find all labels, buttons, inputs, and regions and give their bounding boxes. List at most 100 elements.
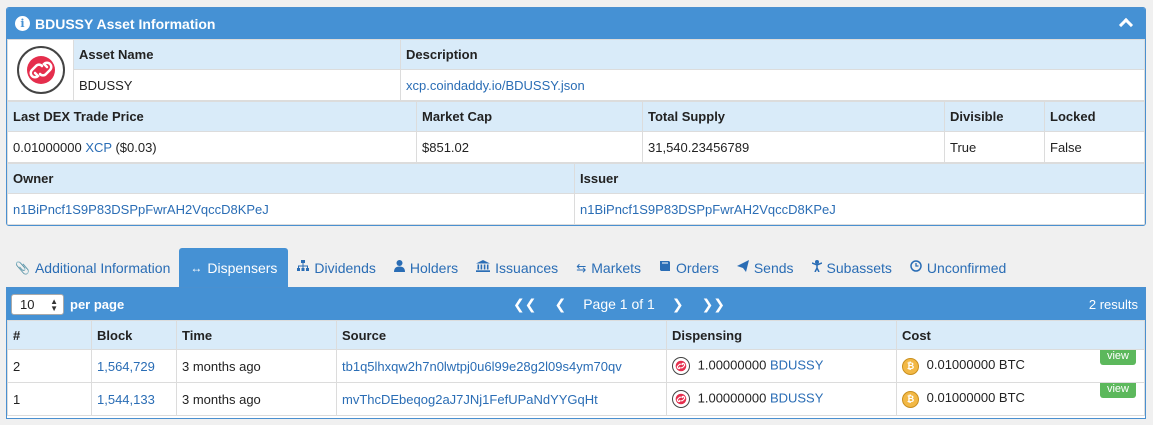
last-price-cell: 0.01000000 XCP ($0.03) bbox=[7, 131, 417, 163]
per-page-value: 10 bbox=[20, 296, 35, 312]
col-source: Source bbox=[336, 320, 667, 350]
asset-info-title: BDUSSY Asset Information bbox=[35, 15, 216, 32]
owner-link[interactable]: n1BiPncf1S9P83DSPpFwrAH2VqccD8KPeJ bbox=[13, 202, 269, 217]
prev-page-icon[interactable]: ❮ bbox=[554, 296, 566, 313]
table-row: 2 1,564,729 3 months ago tb1q5lhxqw2h7n0… bbox=[7, 349, 1145, 383]
tab-label: Dispensers bbox=[207, 259, 278, 276]
tab-issuances[interactable]: Issuances bbox=[467, 248, 567, 287]
block-link[interactable]: 1,544,133 bbox=[97, 392, 155, 407]
view-button[interactable]: view bbox=[1099, 350, 1136, 366]
block-link[interactable]: 1,564,729 bbox=[97, 359, 155, 374]
cost-cell: ₿ 0.01000000 BTC view bbox=[896, 382, 1145, 416]
exchange-icon: ⇆ bbox=[576, 260, 587, 275]
cost-cell: ₿ 0.01000000 BTC view bbox=[896, 349, 1145, 383]
bank-icon bbox=[476, 260, 491, 275]
asset-info-panel: i BDUSSY Asset Information Asset Name De… bbox=[6, 7, 1146, 226]
user-icon bbox=[393, 260, 405, 275]
description-link[interactable]: xcp.coindaddy.io/BDUSSY.json bbox=[406, 78, 585, 93]
child-icon bbox=[811, 260, 822, 275]
paper-plane-icon bbox=[736, 260, 749, 275]
col-block: Block bbox=[91, 320, 177, 350]
bitcoin-icon: ₿ bbox=[902, 390, 919, 408]
tab-label: Unconfirmed bbox=[926, 259, 1007, 276]
issuer-link[interactable]: n1BiPncf1S9P83DSPpFwrAH2VqccD8KPeJ bbox=[580, 202, 836, 217]
dispensing-amount: 1.00000000 bbox=[697, 357, 767, 373]
owner-label: Owner bbox=[7, 163, 575, 194]
tab-sends[interactable]: Sends bbox=[728, 248, 803, 287]
sitemap-icon bbox=[297, 260, 310, 275]
dispensers-toolbar: 10 ▲ ▼ per page ❮❮ ❮ Page 1 of 1 ❯ ❯❯ 2 r… bbox=[7, 288, 1145, 320]
select-spinner-icon: ▲ ▼ bbox=[50, 296, 58, 313]
dispensers-panel: 10 ▲ ▼ per page ❮❮ ❮ Page 1 of 1 ❯ ❯❯ 2 r… bbox=[6, 287, 1146, 419]
col-cost: Cost bbox=[896, 320, 1145, 350]
market-cap-label: Market Cap bbox=[416, 101, 643, 132]
asset-tabs: 📎 Additional Information ↔ Dispensers Di… bbox=[6, 248, 1146, 287]
dispensing-cell: 1.00000000 BDUSSY bbox=[666, 382, 897, 416]
cost-value: 0.01000000 BTC bbox=[926, 357, 1025, 373]
row-time: 3 months ago bbox=[176, 349, 337, 383]
last-price-value: 0.01000000 bbox=[13, 139, 82, 155]
pagination: ❮❮ ❮ Page 1 of 1 ❯ ❯❯ bbox=[504, 288, 734, 320]
table-row: 1 1,544,133 3 months ago mvThcDEbeqog2aJ… bbox=[7, 382, 1145, 416]
tab-dividends[interactable]: Dividends bbox=[288, 248, 384, 287]
divisible-label: Divisible bbox=[944, 101, 1045, 132]
total-supply-label: Total Supply bbox=[642, 101, 945, 132]
dispensing-amount: 1.00000000 bbox=[697, 390, 767, 406]
last-price-label: Last DEX Trade Price bbox=[7, 101, 417, 132]
tab-dispensers[interactable]: ↔ Dispensers bbox=[179, 248, 289, 287]
description-label: Description bbox=[400, 39, 1145, 70]
bdussy-icon bbox=[672, 390, 690, 408]
tab-subassets[interactable]: Subassets bbox=[803, 248, 901, 287]
tab-additional-information[interactable]: 📎 Additional Information bbox=[6, 248, 179, 287]
per-page-select[interactable]: 10 ▲ ▼ bbox=[11, 293, 64, 315]
tab-orders[interactable]: Orders bbox=[650, 248, 728, 287]
dispensing-asset-link[interactable]: BDUSSY bbox=[770, 357, 823, 372]
locked-label: Locked bbox=[1044, 101, 1145, 132]
tab-label: Markets bbox=[591, 259, 642, 276]
asset-name-label: Asset Name bbox=[73, 39, 401, 70]
tab-label: Dividends bbox=[314, 259, 376, 276]
paperclip-icon: 📎 bbox=[15, 260, 30, 275]
total-supply-value: 31,540.23456789 bbox=[642, 131, 945, 163]
locked-value: False bbox=[1044, 131, 1145, 163]
tab-label: Holders bbox=[409, 259, 459, 276]
last-page-icon[interactable]: ❯❯ bbox=[702, 296, 725, 313]
dispensing-asset-link[interactable]: BDUSSY bbox=[770, 390, 823, 405]
asset-name-value: BDUSSY bbox=[73, 69, 401, 101]
divisible-value: True bbox=[944, 131, 1045, 163]
row-num: 1 bbox=[7, 382, 92, 416]
asset-logo-icon bbox=[16, 46, 65, 94]
first-page-icon[interactable]: ❮❮ bbox=[513, 296, 536, 313]
info-icon: i bbox=[15, 16, 30, 31]
bdussy-icon bbox=[672, 357, 690, 375]
chevron-up-icon[interactable] bbox=[1118, 17, 1134, 33]
view-button[interactable]: view bbox=[1099, 383, 1136, 399]
market-cap-value: $851.02 bbox=[416, 131, 643, 163]
asset-stats-table: Last DEX Trade Price Market Cap Total Su… bbox=[7, 101, 1145, 163]
source-link[interactable]: mvThcDEbeqog2aJ7JNj1FefUPaNdYYGqHt bbox=[342, 392, 598, 407]
col-num: # bbox=[7, 320, 92, 350]
xcp-link[interactable]: XCP bbox=[85, 140, 112, 155]
dispensers-header-row: # Block Time Source Dispensing Cost bbox=[7, 320, 1145, 350]
bitcoin-icon: ₿ bbox=[902, 357, 919, 375]
tab-label: Issuances bbox=[495, 259, 559, 276]
dispensing-cell: 1.00000000 BDUSSY bbox=[666, 349, 897, 383]
tab-label: Subassets bbox=[826, 259, 892, 276]
next-page-icon[interactable]: ❯ bbox=[672, 296, 684, 313]
tab-label: Additional Information bbox=[34, 259, 171, 276]
source-link[interactable]: tb1q5lhxqw2h7n0lwtpj0u6l99e28g2l09s4ym70… bbox=[342, 359, 622, 374]
tab-label: Orders bbox=[676, 259, 719, 276]
col-dispensing: Dispensing bbox=[666, 320, 897, 350]
tab-markets[interactable]: ⇆ Markets bbox=[567, 248, 650, 287]
tab-unconfirmed[interactable]: Unconfirmed bbox=[901, 248, 1015, 287]
row-time: 3 months ago bbox=[176, 382, 337, 416]
asset-info-header[interactable]: i BDUSSY Asset Information bbox=[7, 8, 1145, 39]
per-page-label: per page bbox=[70, 296, 125, 312]
last-price-usd: ($0.03) bbox=[115, 139, 157, 155]
col-time: Time bbox=[176, 320, 337, 350]
tab-holders[interactable]: Holders bbox=[385, 248, 467, 287]
page-indicator: Page 1 of 1 bbox=[583, 296, 655, 312]
book-icon bbox=[659, 260, 671, 275]
tab-label: Sends bbox=[753, 259, 794, 276]
arrows-horizontal-icon: ↔ bbox=[190, 260, 203, 275]
